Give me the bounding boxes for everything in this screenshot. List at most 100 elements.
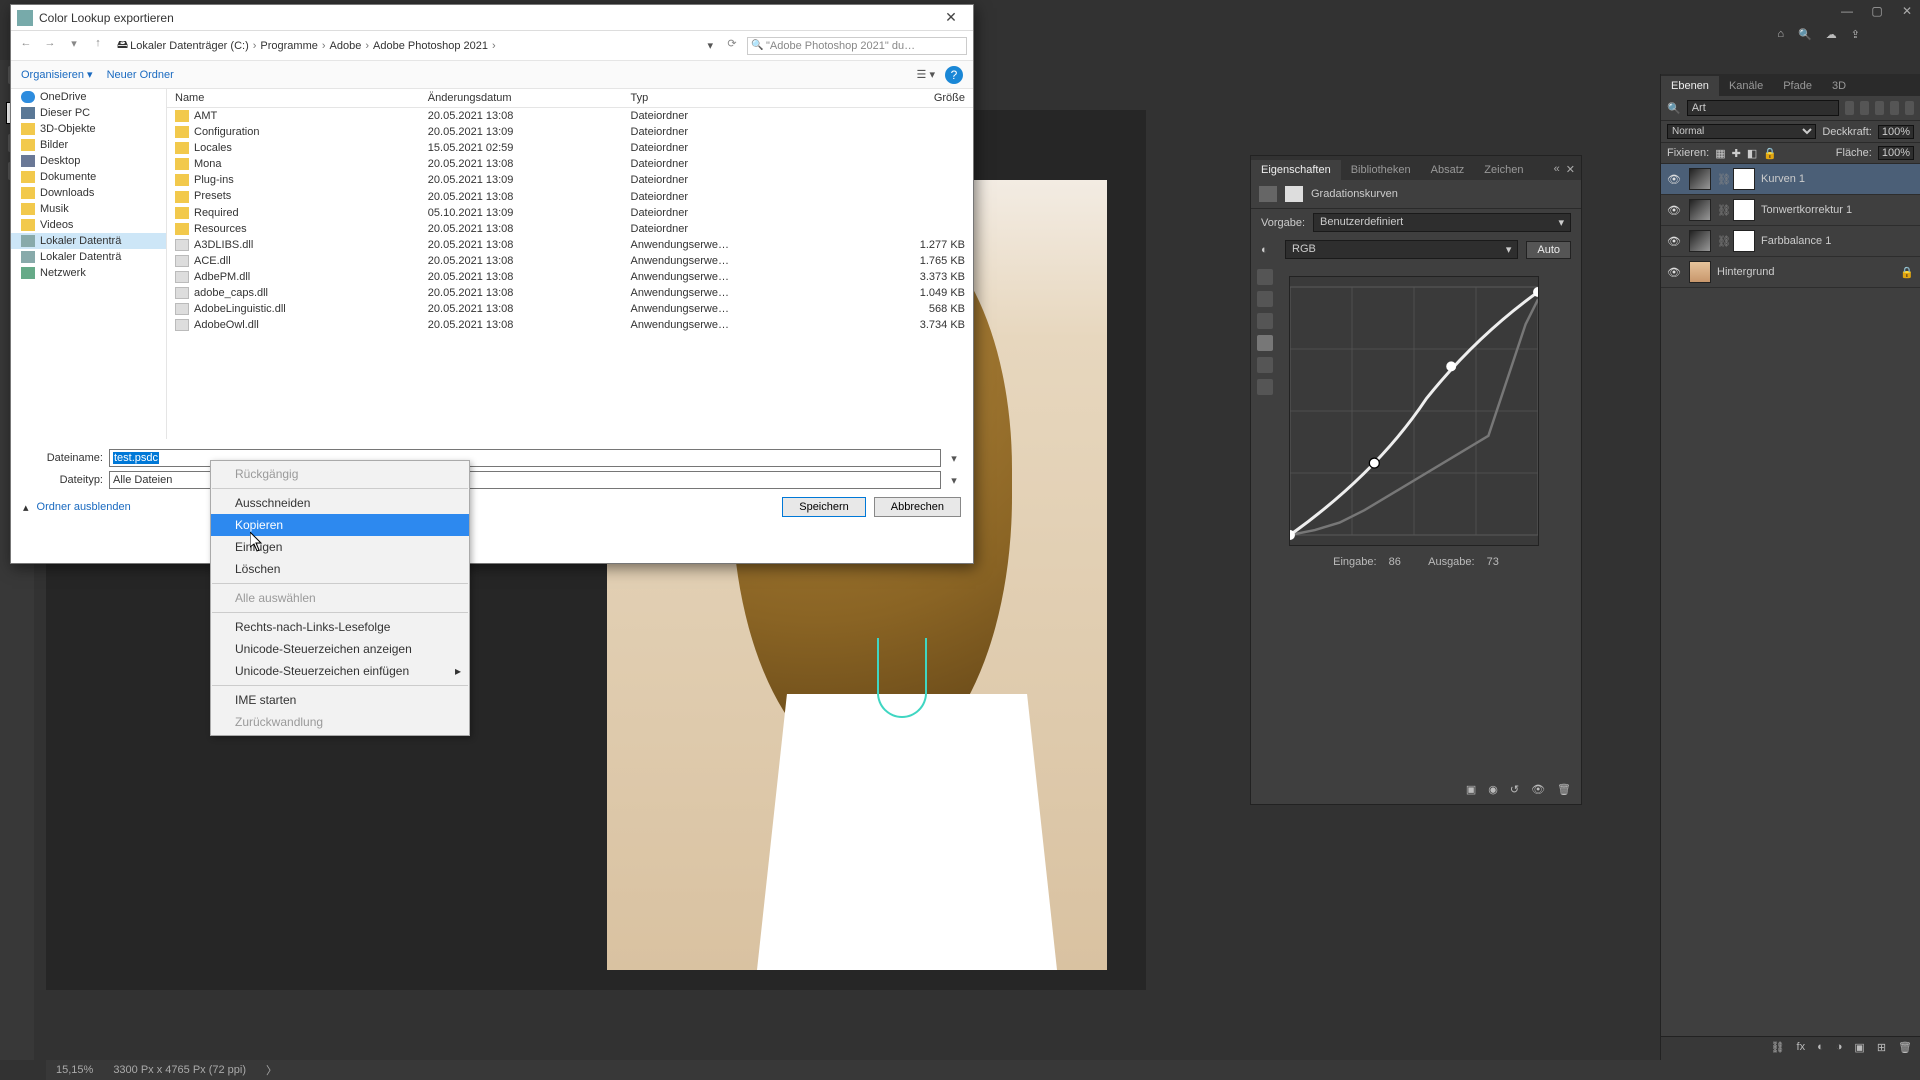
eye-icon[interactable]: 👁	[1667, 235, 1683, 248]
fill-val[interactable]: 100%	[1878, 146, 1914, 160]
col-name[interactable]: Name	[167, 89, 420, 108]
tree-item[interactable]: Musik	[11, 201, 166, 217]
layer-row[interactable]: 👁 ⛓ Tonwertkorrektur 1	[1661, 195, 1920, 226]
ctx-item[interactable]: Einfügen	[211, 536, 469, 558]
f-adj-icon[interactable]	[1860, 101, 1869, 115]
file-row[interactable]: Resources20.05.2021 13:08Dateiordner	[167, 221, 973, 237]
file-row[interactable]: Presets20.05.2021 13:08Dateiordner	[167, 188, 973, 204]
smooth-icon[interactable]	[1257, 379, 1273, 395]
mask-thumb[interactable]	[1733, 230, 1755, 252]
eye-icon[interactable]: 👁	[1667, 173, 1683, 186]
help-icon[interactable]: ?	[945, 66, 963, 84]
mask-icon[interactable]	[1285, 186, 1303, 202]
search-icon[interactable]: 🔍	[1798, 28, 1812, 41]
chain-icon[interactable]: ⛓	[1717, 173, 1727, 186]
tree-item[interactable]: Dieser PC	[11, 105, 166, 121]
chain-icon[interactable]: ⛓	[1717, 204, 1727, 217]
opacity-val[interactable]: 100%	[1878, 125, 1914, 139]
nav-tree[interactable]: OneDriveDieser PC3D-ObjekteBilderDesktop…	[11, 89, 167, 439]
ctx-item[interactable]: Unicode-Steuerzeichen einfügen	[211, 660, 469, 682]
new-folder[interactable]: Neuer Ordner	[107, 69, 174, 81]
file-row[interactable]: Required05.10.2021 13:09Dateiordner	[167, 205, 973, 221]
sampler-1-icon[interactable]	[1257, 269, 1273, 285]
file-row[interactable]: AdbePM.dll20.05.2021 13:08Anwendungserwe…	[167, 269, 973, 285]
layer-thumb[interactable]	[1689, 199, 1711, 221]
file-row[interactable]: AdobeLinguistic.dll20.05.2021 13:08Anwen…	[167, 301, 973, 317]
pencil-icon[interactable]	[1257, 357, 1273, 373]
layer-row[interactable]: 👁 ⛓ Kurven 1	[1661, 164, 1920, 195]
tree-item[interactable]: OneDrive	[11, 89, 166, 105]
tab-paths[interactable]: Pfade	[1773, 76, 1822, 96]
filetype-drop[interactable]: ▾	[947, 474, 961, 487]
eye-icon[interactable]: 👁	[1667, 266, 1683, 279]
channel-select[interactable]: RGB▾	[1285, 240, 1518, 259]
ps-maximize[interactable]: ▢	[1870, 4, 1884, 18]
ctx-item[interactable]: Rechts-nach-Links-Lesefolge	[211, 616, 469, 638]
lock-icon[interactable]: 🔒	[1763, 147, 1777, 160]
nav-back[interactable]: ←	[17, 37, 35, 55]
search-layers-icon[interactable]: 🔍	[1667, 102, 1681, 115]
output-val[interactable]: 73	[1487, 556, 1499, 568]
tab-properties[interactable]: Eigenschaften	[1251, 160, 1341, 180]
view-mode-icon[interactable]: ☰ ▾	[917, 68, 935, 81]
layer-thumb[interactable]	[1689, 168, 1711, 190]
organize-menu[interactable]: Organisieren ▾	[21, 68, 93, 81]
file-row[interactable]: ACE.dll20.05.2021 13:08Anwendungserwe…1.…	[167, 253, 973, 269]
tree-item[interactable]: Bilder	[11, 137, 166, 153]
clip-icon[interactable]: ▣	[1466, 783, 1476, 796]
tree-item[interactable]: Videos	[11, 217, 166, 233]
tree-item[interactable]: Desktop	[11, 153, 166, 169]
layer-row[interactable]: 👁 Hintergrund 🔒	[1661, 257, 1920, 288]
mask-thumb[interactable]	[1733, 168, 1755, 190]
tab-layers[interactable]: Ebenen	[1661, 76, 1719, 96]
lock-pixel-icon[interactable]: ◧	[1747, 147, 1757, 160]
lock-all-icon[interactable]: ▦	[1715, 147, 1725, 160]
adj-add-icon[interactable]: ◑	[1836, 1041, 1843, 1056]
f-smart-icon[interactable]	[1905, 101, 1914, 115]
file-row[interactable]: Mona20.05.2021 13:08Dateiordner	[167, 156, 973, 172]
hide-folders[interactable]: Ordner ausblenden	[37, 501, 131, 513]
file-row[interactable]: Configuration20.05.2021 13:09Dateiordner	[167, 124, 973, 140]
tab-channels[interactable]: Kanäle	[1719, 76, 1773, 96]
panel-close-icon[interactable]: ✕	[1566, 163, 1575, 176]
cancel-button[interactable]: Abbrechen	[874, 497, 961, 517]
trash-icon[interactable]: 🗑	[1557, 783, 1571, 796]
fx-icon[interactable]: fx	[1797, 1041, 1806, 1056]
reset-icon[interactable]: ↺	[1510, 783, 1519, 796]
col-type[interactable]: Typ	[623, 89, 851, 108]
layer-thumb[interactable]	[1689, 261, 1711, 283]
curve-editor[interactable]	[1289, 276, 1539, 546]
new-layer-icon[interactable]: ⊞	[1877, 1041, 1886, 1056]
eyedrop-icon[interactable]: ◐	[1261, 244, 1277, 256]
nav-up[interactable]: ↑	[89, 37, 107, 55]
curve-draw-icon[interactable]	[1257, 335, 1273, 351]
ctx-item[interactable]: IME starten	[211, 689, 469, 711]
blend-mode[interactable]: Normal	[1667, 124, 1816, 139]
layer-thumb[interactable]	[1689, 230, 1711, 252]
delete-layer-icon[interactable]: 🗑	[1898, 1041, 1912, 1056]
filename-history[interactable]: ▾	[947, 452, 961, 465]
file-row[interactable]: A3DLIBS.dll20.05.2021 13:08Anwendungserw…	[167, 237, 973, 253]
layer-row[interactable]: 👁 ⛓ Farbbalance 1	[1661, 226, 1920, 257]
view-prev-icon[interactable]: ◉	[1488, 783, 1498, 796]
sampler-3-icon[interactable]	[1257, 313, 1273, 329]
ctx-item[interactable]: Ausschneiden	[211, 492, 469, 514]
col-date[interactable]: Änderungsdatum	[420, 89, 623, 108]
toggle-vis-icon[interactable]: 👁	[1531, 783, 1545, 796]
chain-icon[interactable]: ⛓	[1717, 235, 1727, 248]
tree-item[interactable]: Downloads	[11, 185, 166, 201]
auto-button[interactable]: Auto	[1526, 241, 1571, 259]
group-icon[interactable]: ▣	[1854, 1041, 1864, 1056]
nav-recent[interactable]: ▾	[65, 37, 83, 55]
search-box[interactable]: "Adobe Photoshop 2021" du…	[747, 37, 967, 55]
sampler-2-icon[interactable]	[1257, 291, 1273, 307]
tab-3d[interactable]: 3D	[1822, 76, 1856, 96]
col-size[interactable]: Größe	[851, 89, 973, 108]
layer-filter[interactable]	[1687, 100, 1839, 116]
tab-paragraph[interactable]: Absatz	[1421, 160, 1475, 180]
breadcrumb[interactable]: 🖴 Lokaler Datenträger (C:)› Programme› A…	[113, 36, 717, 55]
f-type-icon[interactable]	[1875, 101, 1884, 115]
tree-item[interactable]: Netzwerk	[11, 265, 166, 281]
file-row[interactable]: AdobeOwl.dll20.05.2021 13:08Anwendungser…	[167, 317, 973, 333]
file-row[interactable]: Locales15.05.2021 02:59Dateiordner	[167, 140, 973, 156]
